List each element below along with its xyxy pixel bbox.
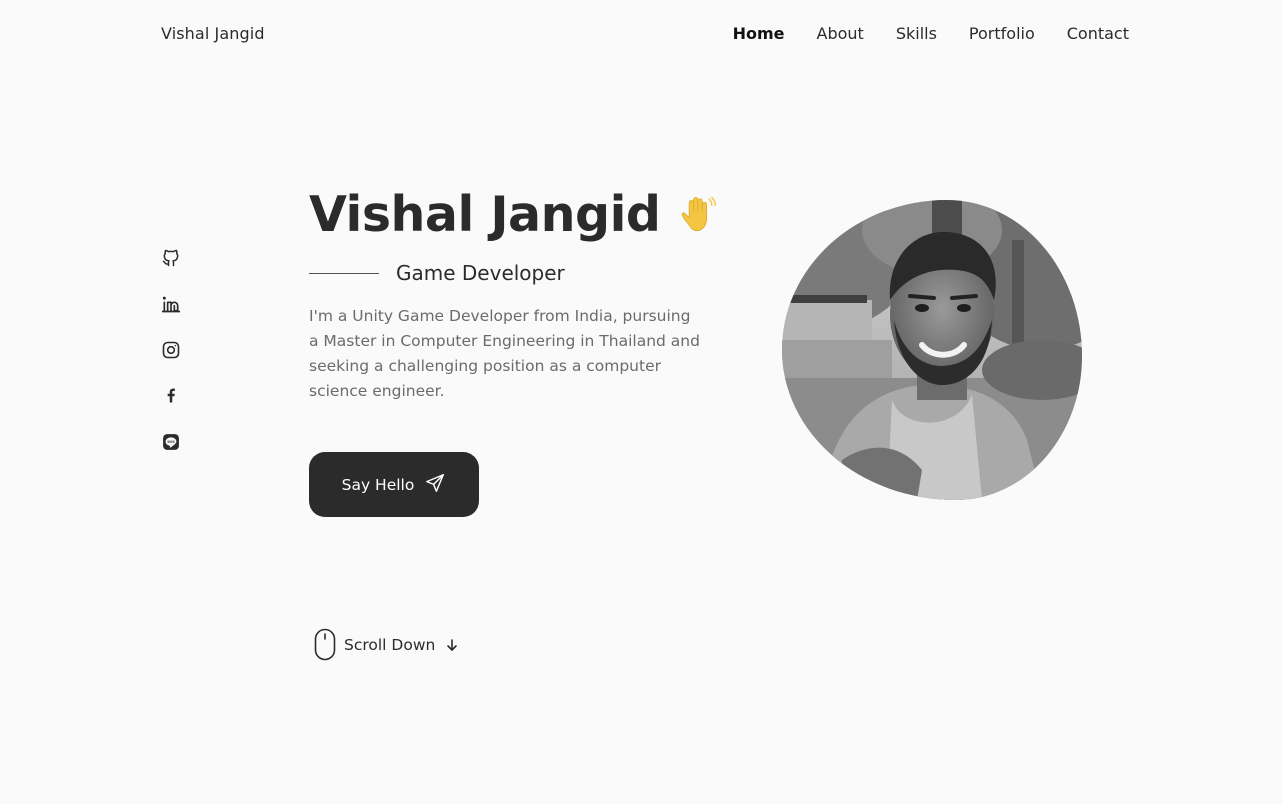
arrow-down-icon <box>443 638 459 652</box>
hero-title-row: Vishal Jangid <box>309 186 718 243</box>
line-icon[interactable] <box>161 432 181 452</box>
waving-hand-icon <box>676 194 718 236</box>
say-hello-label: Say Hello <box>341 475 415 494</box>
hero-title: Vishal Jangid <box>309 186 661 243</box>
linkedin-icon[interactable] <box>161 294 181 314</box>
main-nav: Home About Skills Portfolio Contact <box>733 24 1129 43</box>
site-header: Vishal Jangid Home About Skills Portfoli… <box>0 0 1282 70</box>
send-icon <box>424 472 446 498</box>
hero-subtitle-row: Game Developer <box>309 261 565 285</box>
instagram-icon[interactable] <box>161 340 181 360</box>
site-logo[interactable]: Vishal Jangid <box>161 24 265 43</box>
subtitle-divider <box>309 272 379 274</box>
nav-contact[interactable]: Contact <box>1067 24 1129 43</box>
hero-description: I'm a Unity Game Developer from India, p… <box>309 307 700 400</box>
facebook-icon[interactable] <box>161 385 181 405</box>
profile-photo <box>782 200 1082 500</box>
nav-portfolio[interactable]: Portfolio <box>969 24 1035 43</box>
hero-subtitle: Game Developer <box>396 261 565 285</box>
scroll-down-link[interactable]: Scroll Down <box>314 628 459 661</box>
mouse-icon <box>314 628 336 661</box>
github-icon[interactable] <box>161 248 181 268</box>
nav-skills[interactable]: Skills <box>896 24 937 43</box>
scroll-down-label: Scroll Down <box>344 635 436 654</box>
nav-about[interactable]: About <box>817 24 864 43</box>
nav-home[interactable]: Home <box>733 24 785 43</box>
say-hello-button[interactable]: Say Hello <box>309 452 479 517</box>
